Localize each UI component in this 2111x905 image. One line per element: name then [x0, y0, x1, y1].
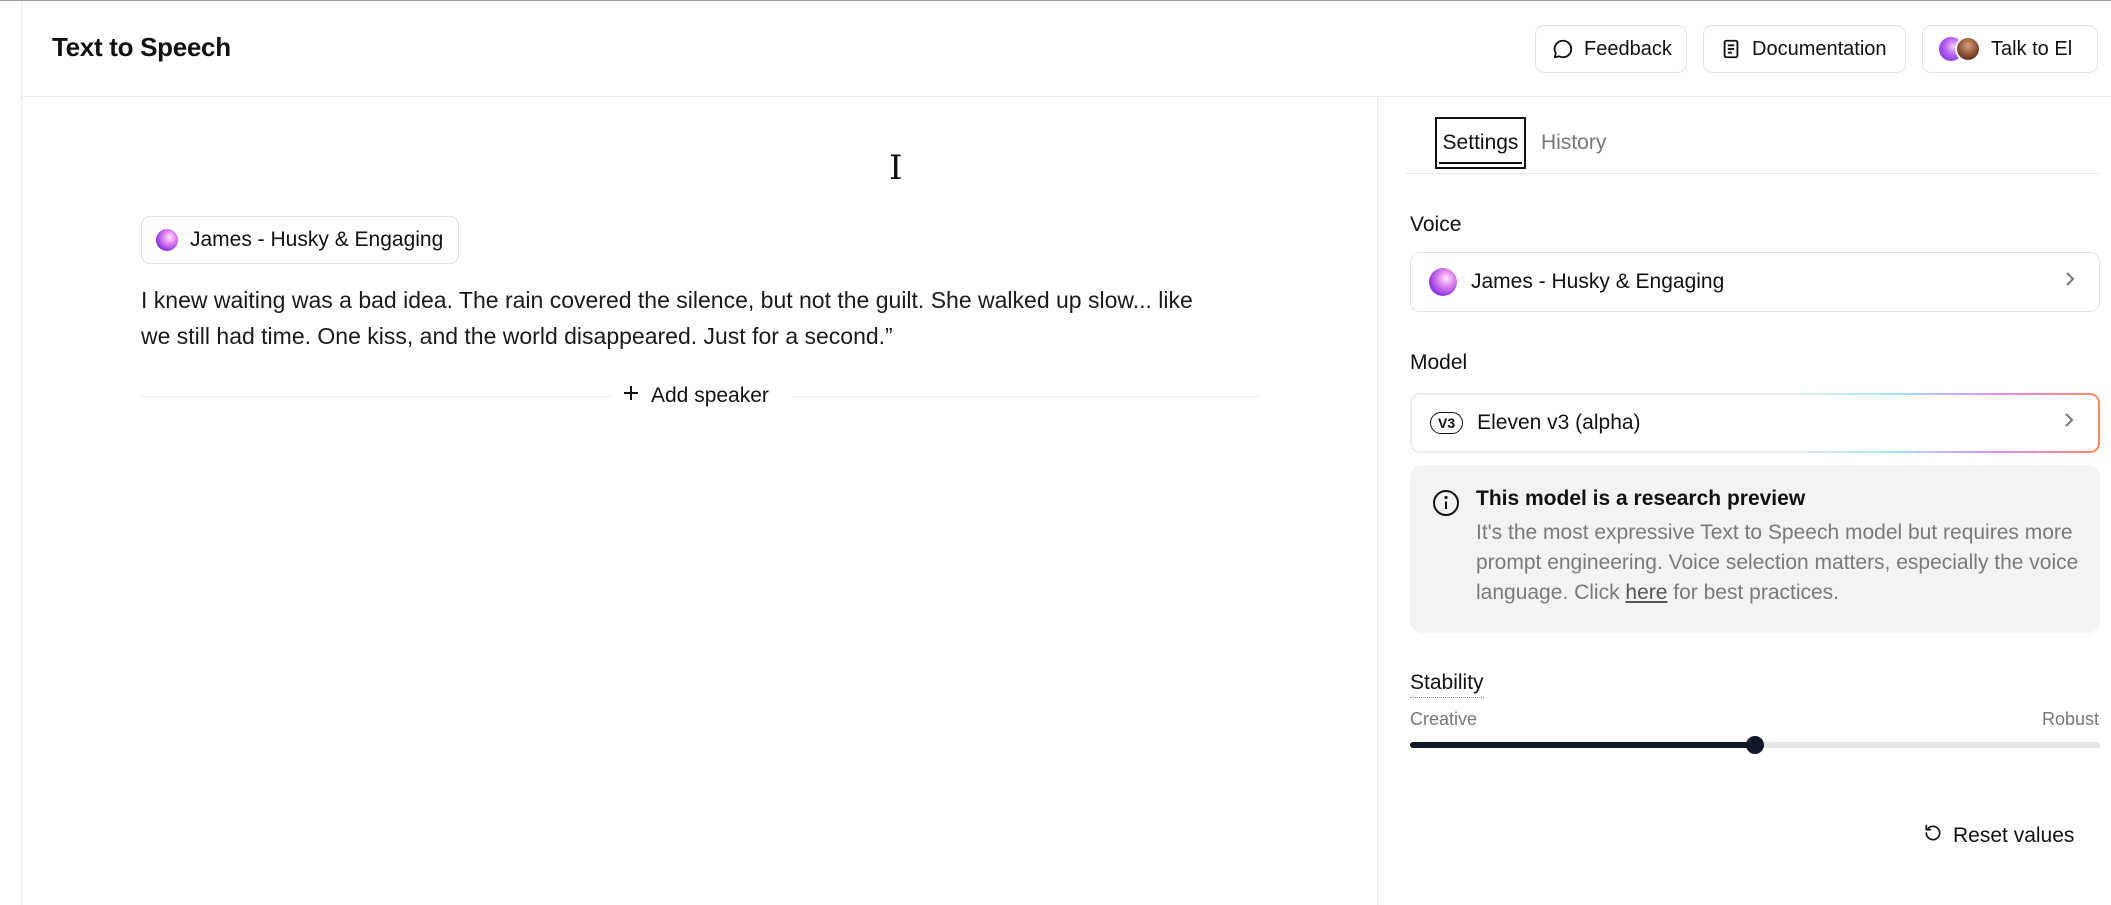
stability-slider-thumb[interactable]: [1746, 736, 1764, 754]
stability-label[interactable]: Stability: [1410, 671, 1484, 698]
voice-select[interactable]: James - Husky & Engaging: [1410, 252, 2100, 312]
stability-slider[interactable]: [1410, 736, 2100, 754]
stability-max-label: Robust: [2041, 709, 2099, 729]
documentation-label: Documentation: [1752, 37, 1887, 60]
reset-values-button[interactable]: Reset values: [1923, 823, 2074, 849]
speaker-name: James - Husky & Engaging: [190, 228, 444, 251]
add-speaker-button[interactable]: Add speaker: [617, 380, 773, 412]
speech-text-input[interactable]: I knew waiting was a bad idea. The rain …: [141, 282, 1221, 354]
plus-icon: [621, 383, 641, 409]
model-value: Eleven v3 (alpha): [1477, 411, 1641, 434]
research-preview-notice: This model is a research preview It's th…: [1410, 465, 2100, 633]
feedback-label: Feedback: [1584, 37, 1672, 60]
model-version-badge: V3: [1430, 412, 1464, 434]
voice-value: James - Husky & Engaging: [1471, 270, 1725, 293]
chevron-right-icon: [2062, 410, 2076, 436]
talk-to-el-button[interactable]: Talk to El: [1922, 25, 2098, 73]
speaker-chip[interactable]: James - Husky & Engaging: [141, 216, 460, 264]
voice-orb-icon: [1429, 268, 1457, 296]
tab-settings[interactable]: Settings: [1435, 117, 1526, 169]
voice-orb-icon: [156, 229, 178, 251]
notice-body: It's the most expressive Text to Speech …: [1476, 518, 2086, 608]
panel-tabs: Settings History: [1406, 107, 2100, 174]
text-cursor-icon: I: [889, 148, 903, 188]
stability-slider-fill: [1410, 742, 1755, 748]
divider: [792, 396, 1260, 397]
talk-to-el-label: Talk to El: [1991, 37, 2073, 60]
agent-person-avatar: [1955, 36, 1981, 62]
feedback-button[interactable]: Feedback: [1535, 25, 1687, 73]
stability-min-label: Creative: [1410, 709, 1478, 729]
model-select[interactable]: V3 Eleven v3 (alpha): [1410, 393, 2100, 453]
documentation-button[interactable]: Documentation: [1703, 25, 1906, 73]
info-icon: [1432, 489, 1460, 522]
document-icon: [1720, 38, 1742, 60]
add-speaker-label: Add speaker: [651, 384, 769, 407]
divider: [141, 396, 611, 397]
voice-label: Voice: [1410, 213, 1462, 236]
reset-icon: [1923, 823, 1943, 849]
page-title: Text to Speech: [52, 32, 231, 62]
avatar-pair: [1939, 36, 1981, 62]
model-label: Model: [1410, 351, 1468, 374]
chat-bubble-icon: [1552, 38, 1574, 60]
chevron-right-icon: [2063, 269, 2077, 295]
settings-panel: Settings History Voice James - Husky & E…: [1377, 97, 2111, 905]
notice-text-end: for best practices.: [1667, 581, 1840, 604]
page-header: Text to Speech Feedback Documentation Ta…: [22, 1, 2111, 97]
sidebar-divider: [21, 1, 22, 905]
notice-title: This model is a research preview: [1476, 487, 1806, 510]
best-practices-link[interactable]: here: [1625, 581, 1667, 604]
reset-values-label: Reset values: [1953, 824, 2075, 847]
tab-history[interactable]: History: [1541, 117, 1606, 169]
